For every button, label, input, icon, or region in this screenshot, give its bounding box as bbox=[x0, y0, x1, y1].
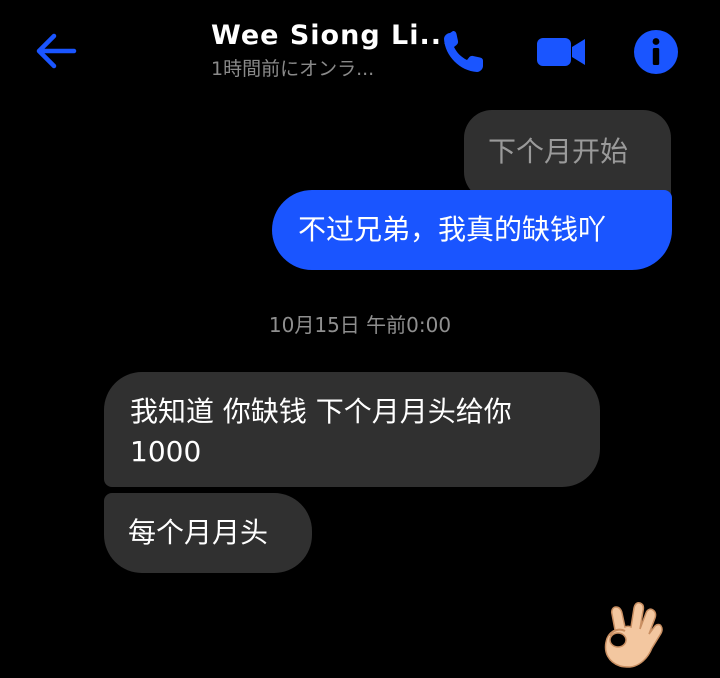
ok-hand-emoji[interactable] bbox=[598, 596, 666, 670]
voice-call-button[interactable] bbox=[438, 28, 490, 76]
received-message-bubble[interactable]: 我知道 你缺钱 下个月月头给你 1000 bbox=[104, 372, 600, 487]
message-timestamp: 10月15日 午前0:00 bbox=[268, 313, 452, 337]
arrow-left-icon bbox=[36, 33, 77, 69]
sent-message-bubble[interactable]: 不过兄弟，我真的缺钱吖 bbox=[272, 190, 672, 270]
message-line: 我知道 你缺钱 下个月月头给你 bbox=[130, 395, 512, 428]
contact-status: 1時間前にオンラ... bbox=[211, 58, 375, 80]
phone-icon bbox=[444, 31, 483, 72]
contact-info[interactable]: Wee Siong Li... 1時間前にオンラ... bbox=[211, 18, 454, 82]
contact-name: Wee Siong Li... bbox=[211, 20, 454, 51]
conversation-header: Wee Siong Li... 1時間前にオンラ... bbox=[0, 0, 720, 100]
info-button[interactable] bbox=[630, 26, 682, 78]
info-icon bbox=[634, 30, 678, 74]
back-button[interactable] bbox=[30, 28, 82, 74]
video-camera-icon bbox=[537, 38, 585, 66]
video-call-button[interactable] bbox=[533, 28, 589, 76]
received-message-bubble[interactable]: 每个月月头 bbox=[104, 493, 312, 573]
sent-message-bubble[interactable]: 下个月开始 bbox=[464, 110, 671, 200]
message-line: 1000 bbox=[130, 435, 202, 468]
